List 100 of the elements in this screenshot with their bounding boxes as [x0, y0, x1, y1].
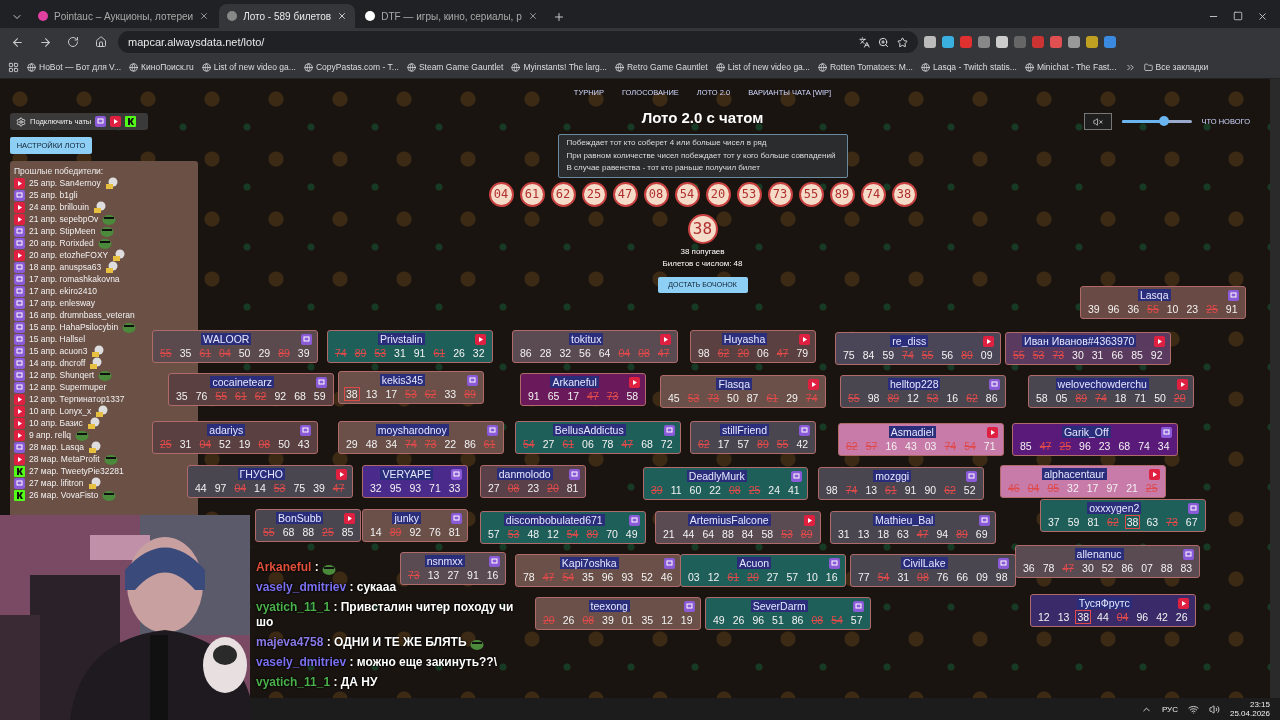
ticket-number: 96 — [1106, 302, 1121, 316]
star-icon[interactable] — [897, 36, 908, 48]
ticket-number: 71 — [982, 439, 997, 453]
ticket-number: 89 — [585, 527, 600, 541]
ticket-owner: Asmadiel — [888, 426, 936, 438]
clock-time[interactable]: 23:15 — [1249, 700, 1270, 709]
back-icon[interactable] — [10, 35, 24, 49]
ticket-number: 25 — [321, 525, 335, 539]
extension-icon[interactable] — [978, 36, 990, 48]
extension-icon[interactable] — [942, 36, 954, 48]
close-icon[interactable] — [1257, 11, 1268, 22]
ticket-number: 95 — [1046, 481, 1061, 495]
ticket-number: 19 — [237, 437, 252, 451]
ticket-number: 46 — [1007, 481, 1021, 495]
ticket-number: 64 — [701, 527, 716, 541]
ticket-number: 90 — [923, 483, 938, 497]
ticket-number: 08 — [637, 346, 651, 360]
favicon-icon — [38, 11, 48, 21]
bookmark[interactable]: Retro Game Gauntlet — [614, 62, 708, 72]
ticket-owner: Lasqa — [1137, 289, 1171, 301]
zoom-icon[interactable] — [878, 36, 889, 48]
bookmark[interactable]: КиноПоиск.ru — [129, 62, 194, 72]
language-indicator[interactable]: РУС — [1161, 704, 1178, 714]
frog-icon — [98, 369, 113, 381]
wifi-icon[interactable] — [1187, 703, 1199, 715]
mute-button[interactable] — [1083, 113, 1112, 130]
ticket-number: 70 — [605, 527, 619, 541]
ticket-number: 91 — [527, 389, 541, 403]
clock-date[interactable]: 25.04.2026 — [1229, 709, 1270, 718]
ticket-number: 66 — [955, 570, 970, 584]
translate-icon[interactable] — [859, 36, 870, 48]
extension-icon[interactable] — [1068, 36, 1080, 48]
bookmark[interactable]: Lasqa - Twitch statis... — [920, 62, 1017, 72]
home-icon[interactable] — [95, 36, 107, 48]
bookmark[interactable]: List of new video ga... — [201, 62, 296, 72]
ticket-number: 55 — [1146, 302, 1160, 316]
bookmark[interactable]: Все закладки — [1143, 62, 1209, 72]
extension-icon[interactable] — [924, 36, 936, 48]
browser-tab[interactable]: DTF — игры, кино, сериалы, р — [357, 4, 546, 28]
ticket-number: 73 — [407, 568, 421, 582]
winner-entry: 21 апр. StipMeen — [29, 226, 96, 236]
forward-icon[interactable] — [38, 35, 52, 49]
extension-icon[interactable] — [960, 36, 972, 48]
ticket-number: 14 — [253, 481, 267, 495]
close-icon[interactable] — [527, 11, 538, 21]
maximize-icon[interactable] — [1233, 11, 1243, 21]
ticket-number: 03 — [687, 570, 701, 584]
settings-icon[interactable] — [16, 116, 26, 127]
ticket-number: 74 — [334, 346, 348, 360]
ticket-number: 12 — [660, 613, 674, 627]
apps-icon[interactable] — [8, 61, 19, 73]
globe-icon — [129, 62, 139, 72]
reload-icon[interactable] — [67, 36, 79, 48]
ticket-owner: Kapi7oshka — [559, 557, 619, 569]
address-bar[interactable]: mapcar.alwaysdata.net/loto/ — [118, 31, 918, 53]
winner-entry: 12 апр. Supermuper — [29, 382, 107, 392]
ticket-number: 89 — [960, 348, 974, 362]
browser-tab[interactable]: Pointauc – Аукционы, лотереи — [30, 4, 218, 28]
ticket-number: 47 — [775, 346, 790, 360]
bookmark[interactable]: CopyPastas.com - T... — [303, 62, 399, 72]
ticket-number: 55 — [262, 525, 276, 539]
ticket-number: 36 — [1126, 302, 1141, 316]
ticket-number: 54 — [565, 527, 580, 541]
frog-icon — [74, 429, 89, 441]
ticket-number: 58 — [625, 389, 640, 403]
slider-thumb[interactable] — [1158, 116, 1169, 126]
ticket-number: 69 — [974, 527, 989, 541]
ticket-number: 27 — [487, 481, 501, 495]
ticket-owner: mozggi — [873, 470, 912, 482]
bookmark[interactable]: Myinstants! The larg... — [511, 62, 607, 72]
extension-icon[interactable] — [996, 36, 1008, 48]
close-icon[interactable] — [337, 11, 348, 21]
winner-entry: 18 апр. anuspsa63 — [29, 262, 102, 272]
bookmark[interactable]: List of new video ga... — [715, 62, 810, 72]
new-tab-icon[interactable] — [552, 11, 565, 23]
winner-entry: 14 апр. dncroff — [29, 358, 86, 368]
ticket-number: 54 — [876, 570, 891, 584]
ticket-number: 55 — [1012, 348, 1026, 362]
scrollbar[interactable] — [1270, 79, 1280, 698]
ticket-number: 54 — [963, 439, 977, 453]
ticket-number: 06 — [581, 437, 595, 451]
browser-tab[interactable]: Лото - 589 билетов — [219, 4, 356, 28]
bookmark[interactable]: HoBot — Бот для V... — [27, 62, 122, 72]
extension-icon[interactable] — [1086, 36, 1098, 48]
close-icon[interactable] — [199, 11, 210, 21]
ticket-number: 74 — [1094, 391, 1108, 405]
drawn-ball: 55 — [798, 181, 824, 207]
ticket-number: 23 — [1097, 439, 1112, 453]
ticket-number: 04 — [198, 437, 213, 451]
bookmark[interactable]: Steam Game Gauntlet — [406, 62, 504, 72]
bookmark[interactable]: Rotten Tomatoes: M... — [817, 62, 913, 72]
volume-icon[interactable] — [1208, 703, 1220, 715]
extension-icon[interactable] — [1104, 36, 1116, 48]
ticket-number: 17 — [566, 389, 581, 403]
ticket-number: 77 — [857, 570, 871, 584]
ticket-number: 19 — [679, 613, 694, 627]
bookmark[interactable]: Minichat - The Fast... — [1024, 62, 1117, 72]
frog-icon — [102, 489, 117, 501]
ticket-number: 53 — [404, 387, 418, 401]
extension-icon[interactable] — [1050, 36, 1062, 48]
